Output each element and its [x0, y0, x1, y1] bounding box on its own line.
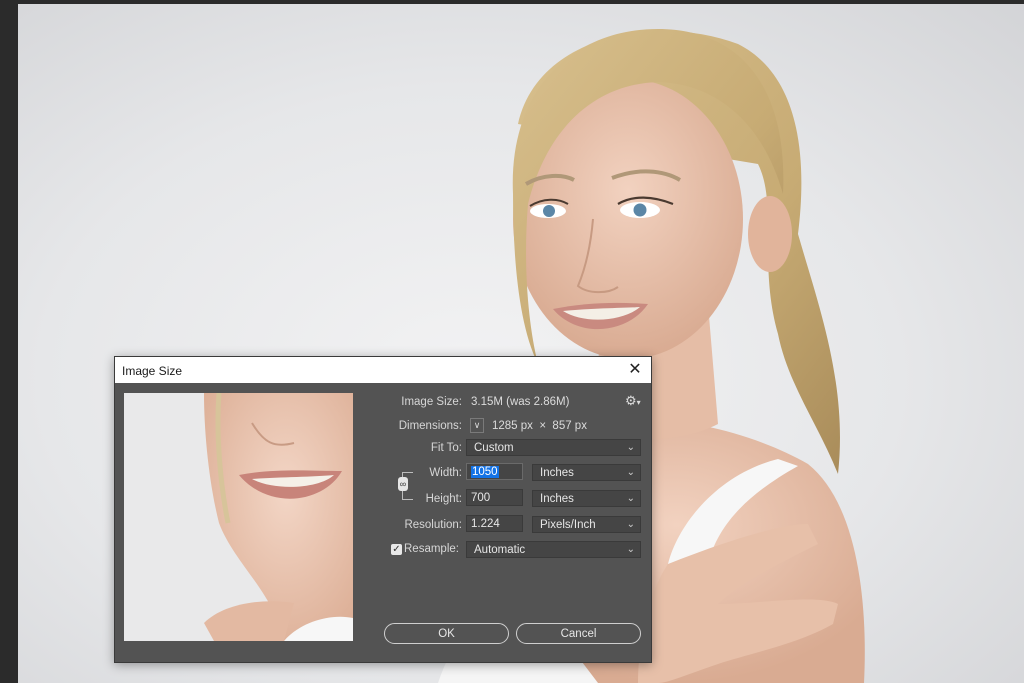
height-value: 700	[471, 492, 491, 504]
chevron-down-icon: ⌄	[626, 519, 635, 530]
fit-to-value: Custom	[474, 442, 514, 454]
image-size-label: Image Size:	[401, 396, 462, 408]
fit-to-label: Fit To:	[430, 442, 462, 454]
height-unit-value: Inches	[540, 493, 574, 505]
width-input[interactable]: 1050	[466, 463, 523, 480]
chevron-down-icon: ⌄	[626, 467, 635, 478]
width-unit-value: Inches	[540, 467, 574, 479]
preview-photo	[124, 393, 353, 641]
chevron-down-icon: ⌄	[626, 544, 635, 555]
height-unit-select[interactable]: Inches ⌄	[532, 490, 641, 507]
resolution-unit-select[interactable]: Pixels/Inch ⌄	[532, 516, 641, 533]
resolution-input[interactable]: 1.224	[466, 515, 523, 532]
gear-icon[interactable]: ⚙▾	[625, 393, 641, 409]
resample-checkbox[interactable]: ✓	[391, 544, 402, 555]
height-input[interactable]: 700	[466, 489, 523, 506]
width-label: Width:	[429, 467, 462, 479]
resolution-label: Resolution:	[404, 519, 462, 531]
width-value: 1050	[471, 466, 499, 478]
image-size-value: 3.15M (was 2.86M)	[471, 396, 570, 408]
dialog-titlebar[interactable]: Image Size ✕	[115, 357, 651, 383]
chevron-down-icon[interactable]: ∨	[470, 418, 484, 433]
close-icon[interactable]: ✕	[625, 360, 645, 380]
height-label: Height:	[425, 493, 462, 505]
chevron-down-icon: ⌄	[626, 493, 635, 504]
image-preview[interactable]	[124, 393, 353, 641]
chevron-down-icon: ⌄	[626, 442, 635, 453]
resolution-value: 1.224	[471, 518, 500, 530]
resolution-unit-value: Pixels/Inch	[540, 519, 596, 531]
resample-value: Automatic	[474, 544, 526, 556]
width-unit-select[interactable]: Inches ⌄	[532, 464, 641, 481]
cancel-button[interactable]: Cancel	[516, 623, 641, 644]
dimensions-value: 1285 px × 857 px	[492, 420, 587, 432]
resample-label: Resample:	[404, 543, 459, 555]
image-size-dialog: Image Size ✕ Image Size: 3.15M (was 2.86…	[114, 356, 652, 663]
resample-select[interactable]: Automatic ⌄	[466, 541, 641, 558]
ok-label: OK	[438, 628, 455, 640]
dialog-title: Image Size	[122, 364, 183, 378]
cancel-label: Cancel	[560, 628, 597, 640]
ok-button[interactable]: OK	[384, 623, 509, 644]
fit-to-select[interactable]: Custom ⌄	[466, 439, 641, 456]
link-icon[interactable]: ∞	[398, 477, 408, 491]
dimensions-label: Dimensions:	[398, 420, 462, 432]
